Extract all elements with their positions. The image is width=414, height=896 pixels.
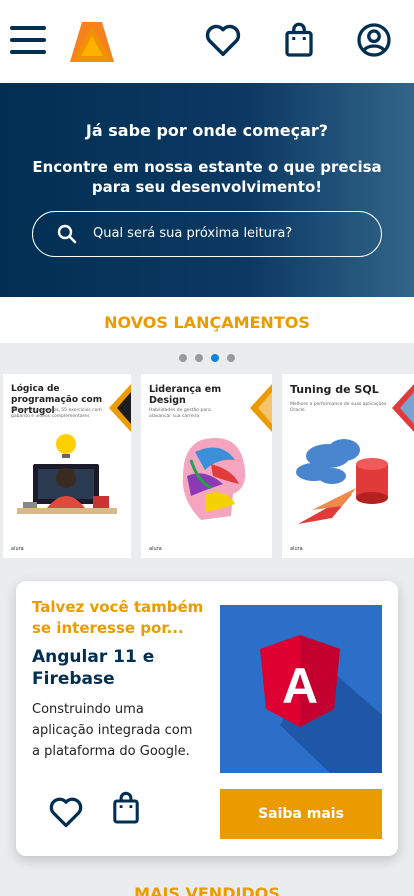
- new-releases-title: NOVOS LANÇAMENTOS: [104, 313, 310, 332]
- user-profile-icon[interactable]: [356, 22, 392, 58]
- top-navbar: [0, 0, 414, 83]
- colorful-head-illustration: [182, 438, 246, 520]
- book-title: Liderança em Design: [149, 384, 222, 406]
- recommendation-description: Construindo uma aplicação integrada com …: [32, 702, 193, 759]
- best-sellers-title: MAIS VENDIDOS: [134, 884, 280, 896]
- book-subtitle: Melhore a performance de suas aplicações…: [290, 402, 387, 413]
- carousel-dot[interactable]: [195, 354, 203, 362]
- programmer-illustration: [17, 434, 117, 514]
- angular-book-cover[interactable]: A: [220, 605, 382, 773]
- book-publisher: alura: [149, 546, 162, 552]
- carousel-dots: [0, 354, 414, 362]
- angular-logo-letter: A: [282, 658, 318, 714]
- search-placeholder: Qual será sua próxima leitura?: [93, 226, 293, 241]
- angular-logo-icon: A: [260, 635, 382, 773]
- book-publisher: alura: [11, 546, 24, 552]
- carousel-dot[interactable]: [227, 354, 235, 362]
- shopping-bag-icon[interactable]: [284, 22, 314, 58]
- search-icon: [57, 224, 77, 244]
- book-corner-icon: [109, 384, 131, 432]
- book-title: Tuning de SQL: [290, 383, 379, 396]
- heart-icon[interactable]: [48, 795, 84, 829]
- hero-banner: Já sabe por onde começar? Encontre em no…: [0, 83, 414, 297]
- book-corner-icon: [392, 384, 414, 432]
- recommendation-card: Talvez você também se interesse por... A…: [16, 581, 398, 856]
- recommendation-eyebrow: Talvez você também se interesse por...: [32, 598, 204, 637]
- hamburger-menu-icon[interactable]: [10, 26, 46, 54]
- hero-subtitle: Encontre em nossa estante o que precisa …: [32, 158, 382, 196]
- book-subtitle: Mais de 80 exemplos, 55 exercícios com g…: [11, 408, 102, 419]
- shopping-bag-icon[interactable]: [112, 791, 140, 825]
- alura-books-logo-icon[interactable]: [70, 20, 114, 64]
- heart-icon[interactable]: [204, 22, 242, 58]
- hero-title: Já sabe por onde começar?: [85, 121, 329, 140]
- book-subtitle: Habilidades de gestão para alavancar sua…: [149, 408, 211, 419]
- book-corner-icon: [250, 384, 272, 432]
- book-cover-tuning-sql[interactable]: Tuning de SQL Melhore a performance de s…: [282, 374, 414, 558]
- book-cover-logica-portugol[interactable]: Lógica de programação com Portugol Mais …: [3, 374, 131, 558]
- book-publisher: alura: [290, 546, 303, 552]
- carousel-dot-active[interactable]: [211, 354, 219, 362]
- recommendation-title: Angular 11 e Firebase: [32, 647, 155, 689]
- book-cover-lideranca-design[interactable]: Liderança em Design Habilidades de gestã…: [141, 374, 272, 558]
- new-releases-header: NOVOS LANÇAMENTOS: [0, 297, 414, 343]
- cloud-database-illustration: [296, 439, 388, 524]
- search-input[interactable]: Qual será sua próxima leitura?: [32, 211, 382, 257]
- learn-more-button[interactable]: Saiba mais: [220, 789, 382, 839]
- carousel-dot[interactable]: [179, 354, 187, 362]
